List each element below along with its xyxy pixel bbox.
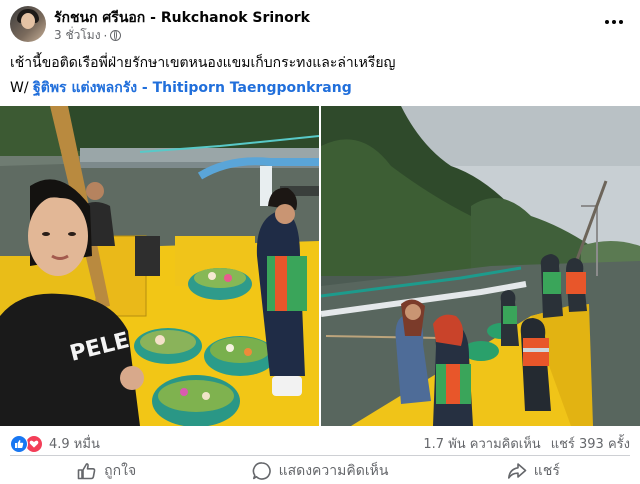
photo-right-image <box>321 106 640 426</box>
share-count[interactable]: แชร์ 393 ครั้ง <box>551 433 630 454</box>
like-icon <box>10 434 28 453</box>
tag-prefix: W/ <box>10 80 29 96</box>
post-text: เช้านี้ขอติดเรือพี่ฝ่ายรักษาเขตหนองแขมเก… <box>10 55 396 71</box>
actions-divider <box>10 455 630 456</box>
share-arrow-icon <box>507 463 527 479</box>
comment-button[interactable]: แสดงความคิดเห็น <box>213 458 426 484</box>
post-meta: 3 ชั่วโมง · <box>54 26 122 45</box>
comment-bubble-icon <box>252 462 271 480</box>
globe-icon <box>110 30 122 41</box>
photo-left[interactable]: PELE <box>0 106 319 426</box>
share-button[interactable]: แชร์ <box>427 458 640 484</box>
stats-right: 1.7 พัน ความคิดเห็น แชร์ 393 ครั้ง <box>423 433 630 454</box>
engagement-stats: 4.9 หมื่น 1.7 พัน ความคิดเห็น แชร์ 393 ค… <box>10 431 630 453</box>
post-time[interactable]: 3 ชั่วโมง <box>54 26 101 45</box>
like-label: ถูกใจ <box>104 463 137 479</box>
post-header: รักชนก ศรีนอก - Rukchanok Srinork 3 ชั่ว… <box>10 6 630 45</box>
tagged-person-link[interactable]: ฐิติพร แต่งพลกรัง - Thitiporn Taengponkr… <box>33 80 352 96</box>
tagged-line: W/ ฐิติพร แต่งพลกรัง - Thitiporn Taengpo… <box>10 77 352 99</box>
comment-count[interactable]: 1.7 พัน ความคิดเห็น <box>423 433 540 454</box>
more-dots-icon <box>605 20 609 24</box>
reactions-summary[interactable]: 4.9 หมื่น <box>10 433 100 454</box>
thumbs-up-icon <box>77 463 96 480</box>
meta-dot: · <box>103 28 108 43</box>
like-button[interactable]: ถูกใจ <box>0 458 213 484</box>
photo-right[interactable] <box>321 106 640 426</box>
more-options-button[interactable] <box>602 12 626 32</box>
reaction-count: 4.9 หมื่น <box>49 437 100 452</box>
photo-left-image: PELE <box>0 106 319 426</box>
avatar[interactable] <box>10 6 46 42</box>
share-label: แชร์ <box>533 463 560 479</box>
photo-grid: PELE <box>0 106 640 426</box>
post-actions: ถูกใจ แสดงความคิดเห็น แชร์ <box>0 458 640 484</box>
comment-label: แสดงความคิดเห็น <box>278 463 389 479</box>
